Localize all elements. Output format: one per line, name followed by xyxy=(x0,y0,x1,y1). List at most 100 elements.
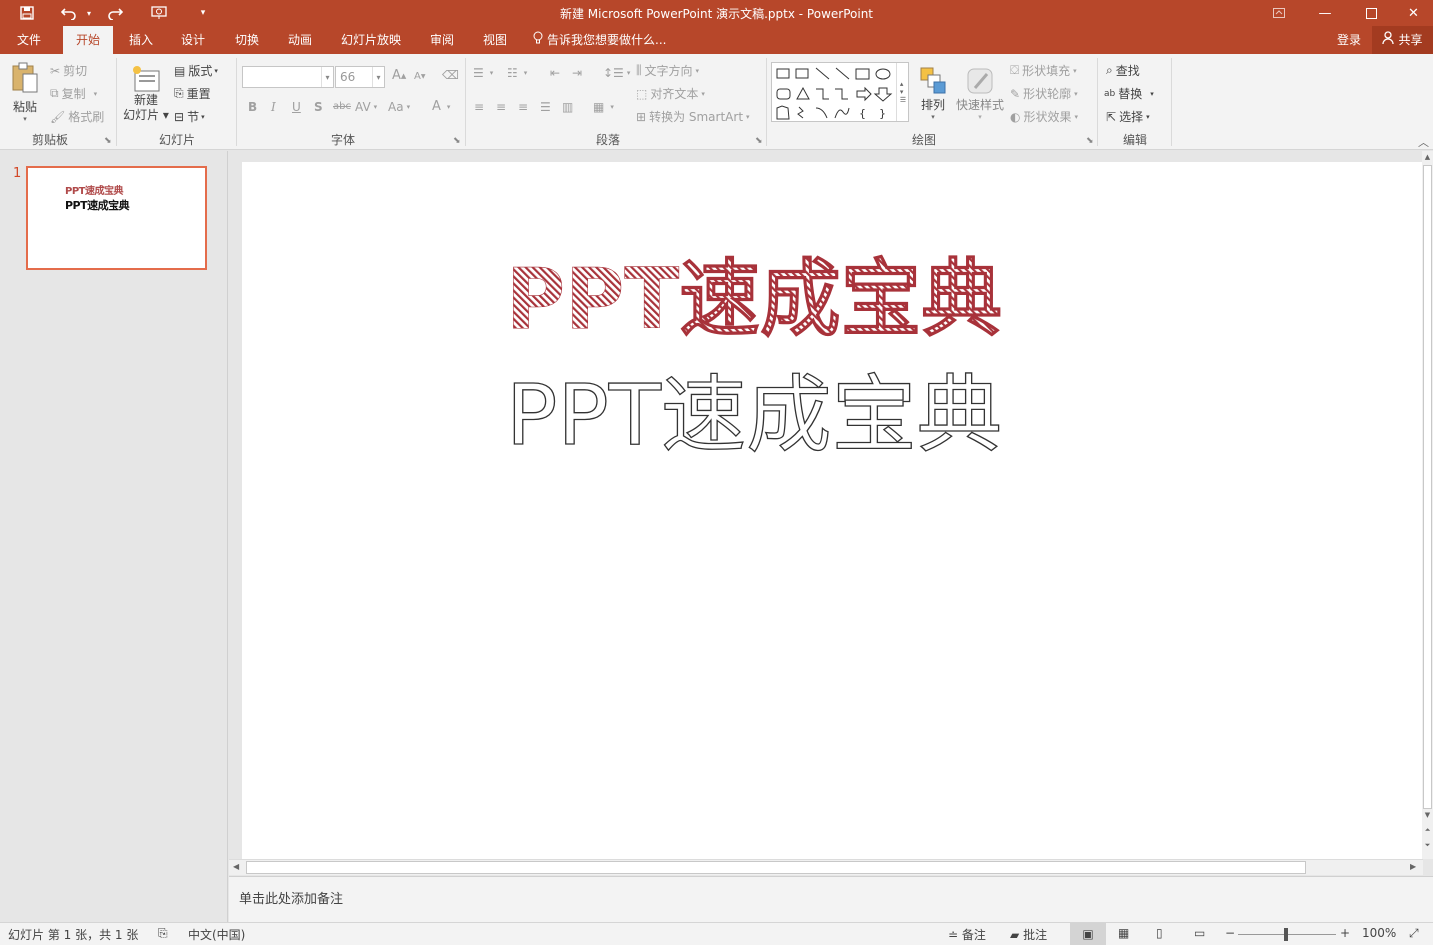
tab-insert[interactable]: 插入 xyxy=(118,26,164,54)
gallery-scroll[interactable]: ▴ ▾ ☰ xyxy=(896,63,909,121)
shape-effects-button[interactable]: ◐ 形状效果 ▾ xyxy=(1010,108,1078,125)
horizontal-scrollbar[interactable]: ◀ ▶ xyxy=(229,859,1423,875)
slideshow-view-icon[interactable]: ▭ xyxy=(1194,926,1205,940)
select-button[interactable]: ⇱ 选择 ▾ xyxy=(1106,108,1150,125)
language-indicator[interactable]: 中文(中国) xyxy=(188,926,245,943)
minimize-icon[interactable]: — xyxy=(1302,0,1348,26)
quick-styles-button[interactable]: 快速样式 ▾ xyxy=(955,60,1005,126)
justify-button[interactable]: ☰ xyxy=(540,100,551,114)
bullets-button[interactable]: ☰ ▾ xyxy=(473,66,493,80)
scroll-thumb[interactable] xyxy=(246,861,1306,874)
section-button[interactable]: ⊟ 节 ▾ xyxy=(174,108,205,125)
shapes-gallery[interactable]: {} ▴ ▾ ☰ xyxy=(771,62,909,122)
decrease-indent-button[interactable]: ⇤ xyxy=(550,66,560,80)
zoom-level[interactable]: 100% xyxy=(1362,926,1396,940)
tab-view[interactable]: 视图 xyxy=(473,26,517,54)
tab-transitions[interactable]: 切换 xyxy=(224,26,270,54)
vertical-scrollbar[interactable]: ▲ ▼ ⏶ ⏷ xyxy=(1422,151,1433,859)
copy-button[interactable]: ⧉ 复制 ▾ xyxy=(50,85,97,102)
align-left-button[interactable]: ≡ xyxy=(474,100,484,114)
text-direction-button[interactable]: ⫼ 文字方向 ▾ xyxy=(636,62,699,79)
tab-file[interactable]: 文件 xyxy=(0,26,58,54)
reading-view-icon[interactable]: ▯ xyxy=(1156,926,1163,940)
sign-in-link[interactable]: 登录 xyxy=(1330,26,1368,54)
shadow-button[interactable]: S xyxy=(314,100,323,114)
dialog-launcher-icon[interactable]: ⬊ xyxy=(453,136,461,146)
comments-toggle[interactable]: ▰ 批注 xyxy=(1010,926,1047,943)
line-spacing-button[interactable]: ↕☰ ▾ xyxy=(603,66,630,80)
clear-formatting-button[interactable]: ⌫ xyxy=(442,68,459,82)
notes-toggle[interactable]: ≐ 备注 xyxy=(948,926,986,943)
align-text-button[interactable]: ⬚ 对齐文本 ▾ xyxy=(636,85,705,102)
bold-button[interactable]: B xyxy=(248,100,257,114)
new-slide-button[interactable]: 新建 幻灯片 ▾ xyxy=(121,60,171,126)
scroll-thumb[interactable] xyxy=(1423,165,1432,809)
collapse-ribbon-icon[interactable]: ︿ xyxy=(1418,134,1429,150)
scroll-right-icon[interactable]: ▶ xyxy=(1410,862,1416,871)
tab-home[interactable]: 开始 xyxy=(63,26,113,54)
dialog-launcher-icon[interactable]: ⬊ xyxy=(104,136,112,146)
chevron-down-icon: ▾ xyxy=(701,89,705,98)
layout-button[interactable]: ▤ 版式 ▾ xyxy=(174,62,218,79)
slide-title-hatched[interactable]: PPT速成宝典 xyxy=(506,250,1003,349)
ribbon-display-options-icon[interactable] xyxy=(1256,0,1302,26)
previous-slide-icon[interactable]: ⏶ xyxy=(1422,826,1433,835)
distributed-button[interactable]: ▥ xyxy=(562,100,573,114)
font-size-combo[interactable]: 66 ▾ xyxy=(335,66,385,88)
reset-button[interactable]: ⎘ 重置 xyxy=(174,85,211,102)
scroll-up-icon[interactable]: ▲ xyxy=(1422,153,1433,161)
increase-indent-button[interactable]: ⇥ xyxy=(572,66,582,80)
justify-icon: ☰ xyxy=(540,100,551,114)
zoom-out-icon[interactable]: − xyxy=(1225,926,1235,940)
close-icon[interactable]: ✕ xyxy=(1394,0,1433,26)
numbering-button[interactable]: ☷ ▾ xyxy=(507,66,527,80)
arrange-button[interactable]: 排列 ▾ xyxy=(914,60,952,126)
share-button[interactable]: 共享 xyxy=(1372,26,1433,54)
zoom-slider-thumb[interactable] xyxy=(1284,928,1288,941)
dialog-launcher-icon[interactable]: ⬊ xyxy=(755,136,763,146)
scroll-left-icon[interactable]: ◀ xyxy=(233,862,239,871)
notes-placeholder: 单击此处添加备注 xyxy=(239,892,344,907)
shape-outline-button[interactable]: ✎ 形状轮廓 ▾ xyxy=(1010,85,1078,102)
font-color-button[interactable]: A ▾ xyxy=(432,99,450,114)
zoom-slider[interactable] xyxy=(1238,928,1336,941)
find-button[interactable]: ⌕ 查找 xyxy=(1106,62,1140,79)
slide-sorter-icon[interactable]: ▦ xyxy=(1118,926,1129,940)
convert-smartart-button[interactable]: ⊞ 转换为 SmartArt ▾ xyxy=(636,108,750,125)
tab-review[interactable]: 审阅 xyxy=(420,26,464,54)
character-spacing-button[interactable]: AV ▾ xyxy=(355,100,377,114)
chevron-down-icon: ▾ xyxy=(406,103,411,111)
align-right-button[interactable]: ≡ xyxy=(518,100,528,114)
scroll-down-icon[interactable]: ▼ xyxy=(1422,811,1433,819)
maximize-icon[interactable] xyxy=(1348,0,1394,26)
notes-pane[interactable]: 单击此处添加备注 xyxy=(229,876,1433,922)
tab-design[interactable]: 设计 xyxy=(170,26,216,54)
dialog-launcher-icon[interactable]: ⬊ xyxy=(1086,136,1094,146)
spelling-check-icon[interactable]: ⎘ xyxy=(158,926,168,941)
normal-view-icon[interactable]: ▣ xyxy=(1070,923,1106,945)
italic-button[interactable]: I xyxy=(271,100,276,114)
tab-slide-show[interactable]: 幻灯片放映 xyxy=(333,26,409,54)
change-case-button[interactable]: Aa ▾ xyxy=(388,100,410,114)
columns-button[interactable]: ▦ ▾ xyxy=(593,100,614,114)
zoom-in-icon[interactable]: + xyxy=(1340,926,1350,940)
chevron-down-icon: ▾ xyxy=(321,67,333,87)
slide-title-outline[interactable]: PPT速成宝典 xyxy=(505,365,1002,464)
tab-animations[interactable]: 动画 xyxy=(277,26,323,54)
next-slide-icon[interactable]: ⏷ xyxy=(1422,841,1433,850)
grow-font-button[interactable]: A ▲ xyxy=(392,68,406,83)
replace-button[interactable]: ab 替换 ▾ xyxy=(1104,85,1154,102)
tell-me-box[interactable]: 告诉我您想要做什么... xyxy=(533,26,683,54)
paste-button[interactable]: 粘贴 ▾ xyxy=(6,60,44,124)
slide-canvas[interactable]: PPT速成宝典 PPT速成宝典 xyxy=(242,162,1422,859)
align-center-button[interactable]: ≡ xyxy=(496,100,506,114)
cut-button[interactable]: ✂ 剪切 xyxy=(50,62,87,79)
font-name-combo[interactable]: ▾ xyxy=(242,66,334,88)
underline-button[interactable]: U xyxy=(292,100,301,114)
slide-thumbnail[interactable]: PPT速成宝典 PPT速成宝典 xyxy=(26,166,207,270)
shape-fill-button[interactable]: ⛋ 形状填充 ▾ xyxy=(1010,62,1077,79)
format-painter-button[interactable]: 🖌 格式刷 xyxy=(50,108,104,125)
strikethrough-button[interactable]: abc xyxy=(333,101,351,112)
fit-slide-icon[interactable]: ⤢ xyxy=(1409,926,1419,941)
shrink-font-button[interactable]: A ▼ xyxy=(414,71,425,82)
